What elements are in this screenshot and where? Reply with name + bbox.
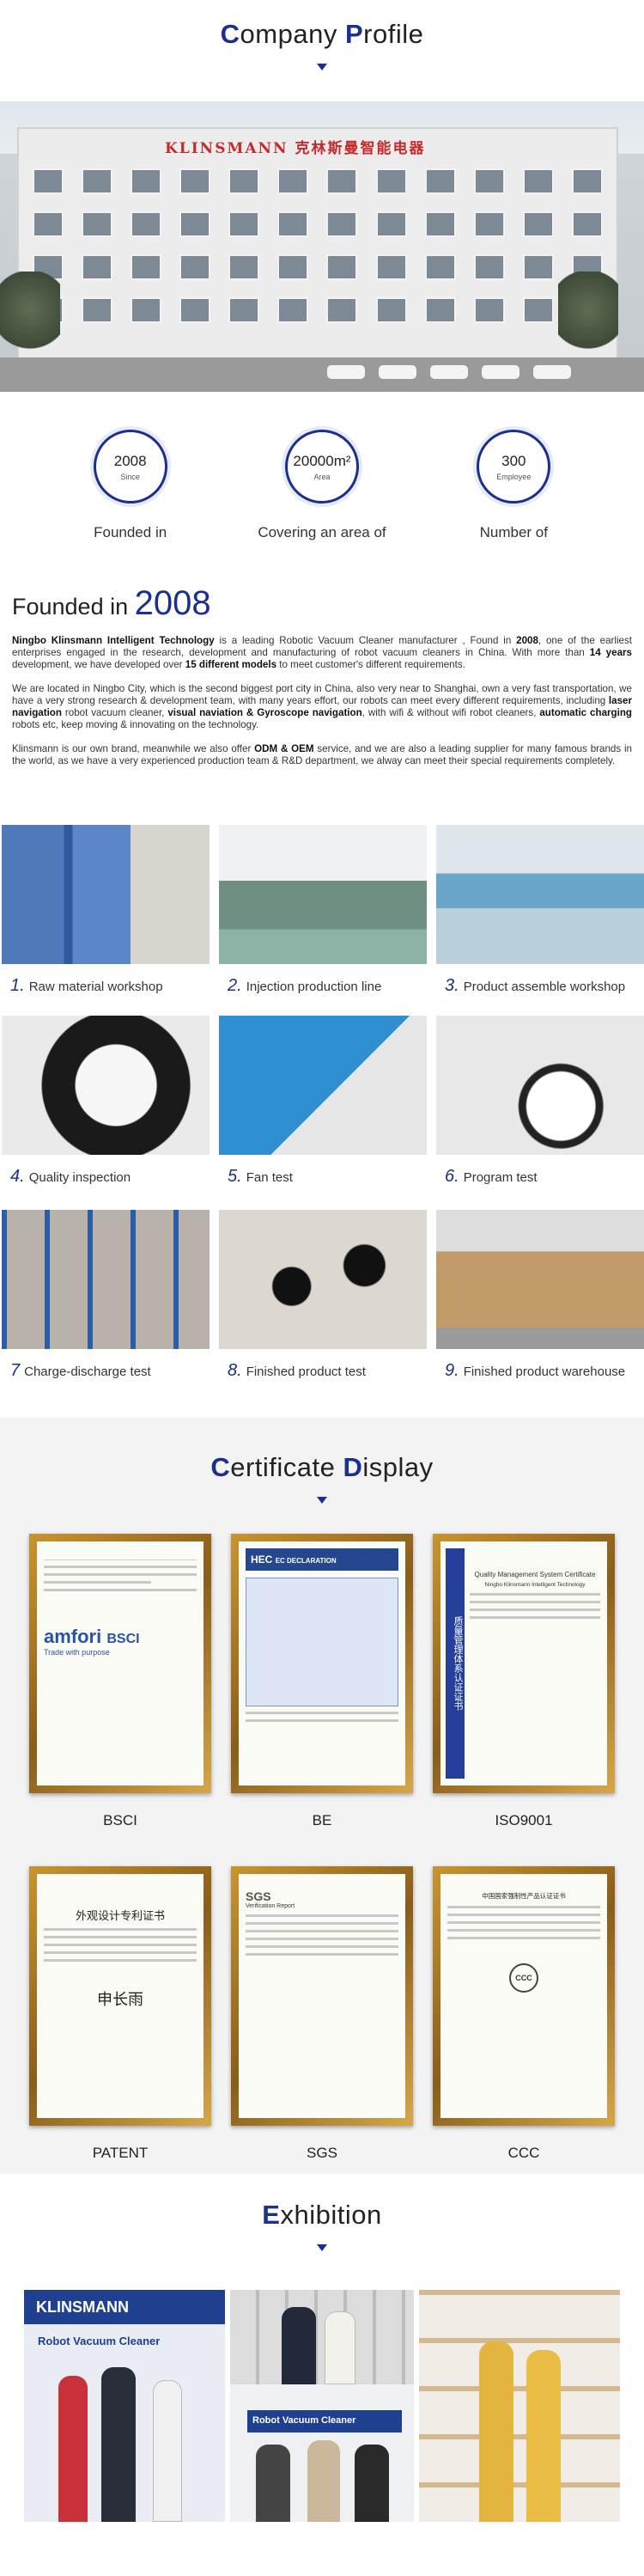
stat-founded: 2008 Since Founded in (45, 430, 216, 541)
company-profile-header: Company Profile (0, 19, 644, 70)
certificate-ccc: 中国国家强制性产品认证证书 CCC CCC (433, 1866, 615, 2162)
stat-area: 20000m² Area Covering an area of (236, 430, 408, 541)
stat-employees: 300 Employee Number of (428, 430, 599, 541)
triangle-down-icon (317, 64, 327, 70)
quality-inspection-photo (2, 1016, 210, 1155)
raw-material-photo (2, 825, 210, 964)
founded-heading: Founded in 2008 (12, 584, 632, 623)
company-profile-title: Company Profile (0, 19, 644, 50)
exhibition-photo-group: Robot Vacuum Cleaner (230, 2290, 414, 2522)
brand-paragraph: Klinsmann is our own brand, meanwhile we… (12, 743, 632, 767)
gallery-item: 7Charge-discharge test (2, 1210, 210, 1381)
gallery-item: 9.Finished product warehouse (436, 1210, 644, 1381)
certificate-name: BSCI (29, 1812, 211, 1829)
exhibition-header: Exhibition (0, 2200, 644, 2251)
product-detail-page: Company Profile KLINSMANN 克林斯曼智能电器 2008 … (0, 0, 644, 2576)
certificate-header: Certificate Display (0, 1452, 644, 1504)
fan-test-photo (219, 1016, 427, 1155)
assembly-photo (436, 825, 644, 964)
charge-test-photo (2, 1210, 210, 1349)
exhibition-photo-booth: KLINSMANN Robot Vacuum Cleaner (24, 2290, 225, 2522)
triangle-down-icon (317, 1497, 327, 1504)
stat-circle: 300 Employee (477, 430, 550, 504)
stat-caption: Covering an area of (236, 524, 408, 541)
certificate-bsci: amfori BSCI Trade with purpose BSCI (29, 1534, 211, 1829)
building-facade: KLINSMANN 克林斯曼智能电器 (17, 127, 618, 363)
finished-test-photo (219, 1210, 427, 1349)
certificate-patent: 外观设计专利证书 申长雨 PATENT (29, 1866, 211, 2162)
stat-caption: Number of (428, 524, 599, 541)
ccc-logo: CCC (509, 1963, 538, 1993)
certificate-name: PATENT (29, 2145, 211, 2162)
certificate-name: ISO9001 (433, 1812, 615, 1829)
certificate-name: BE (231, 1812, 413, 1829)
stat-caption: Founded in (45, 524, 216, 541)
gallery-item: 8.Finished product test (219, 1210, 427, 1381)
program-test-photo (436, 1016, 644, 1155)
building-sign: KLINSMANN 克林斯曼智能电器 (165, 136, 426, 157)
gallery-item: 6.Program test (436, 1016, 644, 1187)
gallery-item: 2.Injection production line (219, 825, 427, 996)
intro-paragraph: Ningbo Klinsmann Intelligent Technology … (12, 635, 632, 671)
certificate-sgs: SGS Verification Report SGS (231, 1866, 413, 2162)
gallery-item: 4.Quality inspection (2, 1016, 210, 1187)
exhibition-title: Exhibition (0, 2200, 644, 2231)
stat-circle: 2008 Since (94, 430, 167, 504)
stat-circle: 20000m² Area (285, 430, 359, 504)
founded-section: Founded in 2008 Ningbo Klinsmann Intelli… (12, 584, 632, 767)
injection-line-photo (219, 825, 427, 964)
triangle-down-icon (317, 2244, 327, 2251)
certificate-be: HEC EC DECLARATION BE (231, 1534, 413, 1829)
warehouse-photo (436, 1210, 644, 1349)
company-stats: 2008 Since Founded in 20000m² Area Cover… (0, 430, 644, 541)
certificate-title: Certificate Display (0, 1452, 644, 1483)
certificate-name: CCC (433, 2145, 615, 2162)
gallery-item: 1.Raw material workshop (2, 825, 210, 996)
location-paragraph: We are located in Ningbo City, which is … (12, 683, 632, 731)
certificate-iso9001: 质量管理体系认证证书 Quality Management System Cer… (433, 1534, 615, 1829)
certificate-name: SGS (231, 2145, 413, 2162)
gallery-item: 5.Fan test (219, 1016, 427, 1187)
exhibition-banner: KLINSMANN (24, 2290, 225, 2324)
exhibition-photo-showroom (419, 2290, 620, 2522)
gallery-item: 3.Product assemble workshop (436, 825, 644, 996)
factory-building-image: KLINSMANN 克林斯曼智能电器 (0, 101, 644, 392)
